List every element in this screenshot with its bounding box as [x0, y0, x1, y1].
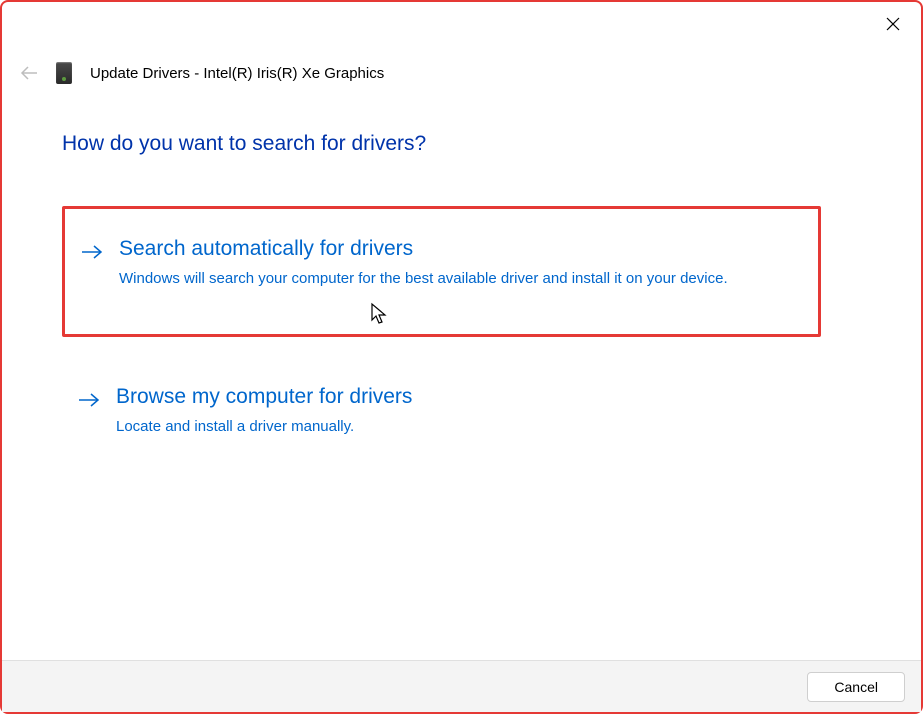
option-body: Browse my computer for drivers Locate an…: [116, 385, 805, 438]
option-description: Windows will search your computer for th…: [119, 267, 802, 290]
option-description: Locate and install a driver manually.: [116, 415, 805, 438]
close-button[interactable]: [883, 14, 903, 34]
header-row: Update Drivers - Intel(R) Iris(R) Xe Gra…: [20, 62, 903, 84]
cancel-button[interactable]: Cancel: [807, 672, 905, 702]
option-title: Search automatically for drivers: [119, 237, 802, 261]
window-title: Update Drivers - Intel(R) Iris(R) Xe Gra…: [90, 65, 384, 82]
back-arrow-icon: [20, 66, 38, 80]
back-button: [20, 64, 38, 82]
option-body: Search automatically for drivers Windows…: [119, 237, 802, 290]
content-area: How do you want to search for drivers? S…: [62, 132, 821, 491]
arrow-right-icon: [81, 241, 103, 263]
option-browse-computer[interactable]: Browse my computer for drivers Locate an…: [62, 367, 821, 460]
prompt-heading: How do you want to search for drivers?: [62, 132, 821, 156]
close-icon: [886, 17, 900, 31]
footer-bar: Cancel: [2, 660, 921, 712]
option-search-automatically[interactable]: Search automatically for drivers Windows…: [62, 206, 821, 337]
driver-device-icon: [56, 62, 72, 84]
option-title: Browse my computer for drivers: [116, 385, 805, 409]
arrow-right-icon: [78, 389, 100, 411]
